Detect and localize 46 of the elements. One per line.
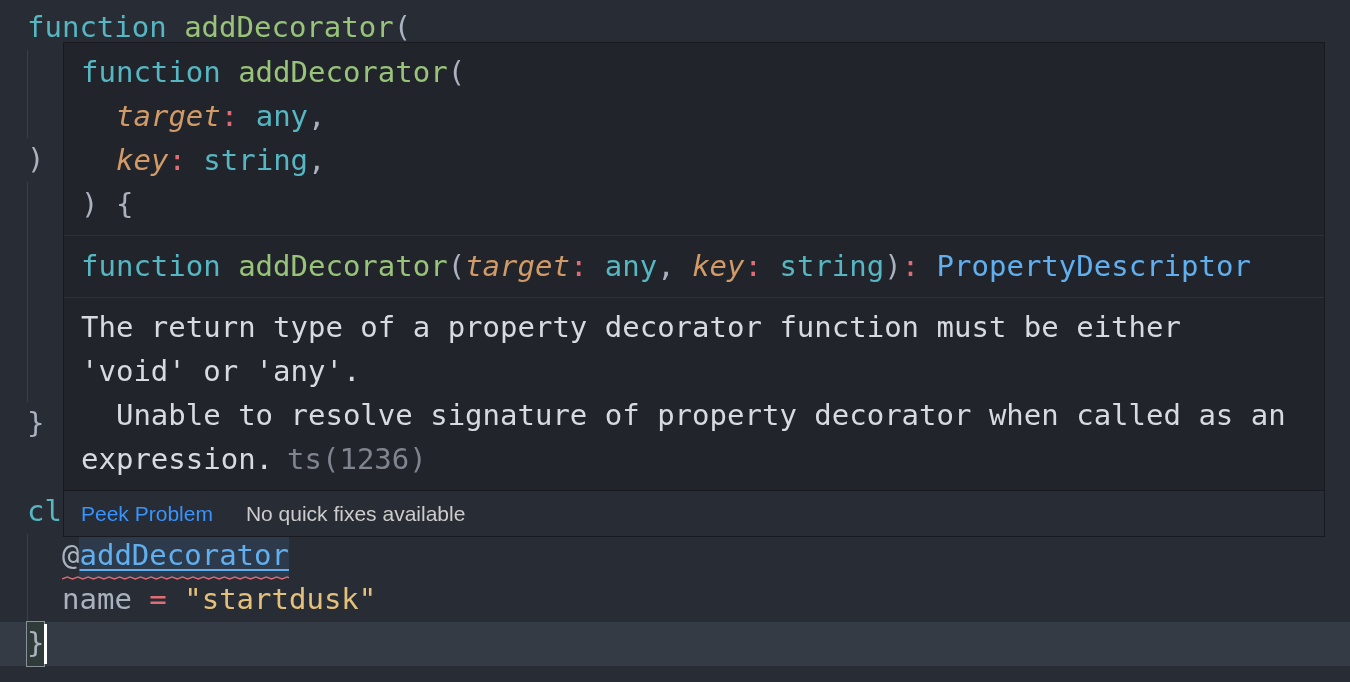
code-token: ,: [657, 247, 675, 285]
code-token: name: [62, 581, 132, 619]
code-token: string: [778, 247, 885, 285]
code-token: key: [116, 142, 169, 180]
code-token: ): [27, 141, 45, 179]
code-token: string: [202, 142, 309, 180]
code-token: addDecorator: [79, 534, 289, 578]
code-token: target: [116, 98, 221, 136]
code-token: addDecorator: [237, 54, 448, 92]
code-token: (: [447, 54, 466, 92]
code-token: any: [254, 98, 309, 136]
code-token: :: [744, 247, 762, 285]
code-token: ): [884, 247, 902, 285]
code-token: PropertyDescriptor: [935, 247, 1251, 285]
code-token: ,: [308, 98, 326, 136]
code-token: addDecorator: [237, 247, 448, 285]
code-token: target: [465, 247, 570, 285]
code-token: function: [27, 9, 167, 47]
code-token: cl: [27, 493, 62, 531]
code-token: :: [569, 247, 588, 285]
code-token: :: [220, 98, 239, 136]
error-message: expression.: [81, 441, 274, 479]
error-message: The return type of a property decorator function must be either: [81, 309, 1181, 347]
code-token: =: [148, 581, 167, 619]
peek-problem-link[interactable]: Peek Problem: [81, 497, 213, 530]
code-token: @: [62, 537, 80, 575]
code-token: {: [114, 186, 134, 224]
code-token: }: [27, 622, 45, 666]
code-token: ): [81, 186, 99, 224]
error-message: Unable to resolve signature of property decorator when called as an: [114, 397, 1286, 435]
status-note: No quick fixes available: [245, 500, 466, 527]
code-token: any: [603, 247, 658, 285]
code-token: ,: [308, 142, 326, 180]
code-token: (: [447, 247, 466, 285]
code-token: }: [27, 405, 45, 443]
code-token: :: [168, 142, 186, 180]
code-token: function: [81, 247, 221, 285]
code-token: (: [393, 9, 412, 47]
error-message: 'void' or 'any'.: [81, 353, 361, 391]
code-token: "startdusk": [183, 581, 377, 619]
code-token: function: [81, 54, 221, 92]
code-token: key: [691, 247, 745, 285]
code-token: addDecorator: [183, 9, 394, 47]
code-token: :: [901, 247, 920, 285]
text-cursor: [44, 624, 48, 664]
error-code: ts(1236): [287, 441, 427, 479]
